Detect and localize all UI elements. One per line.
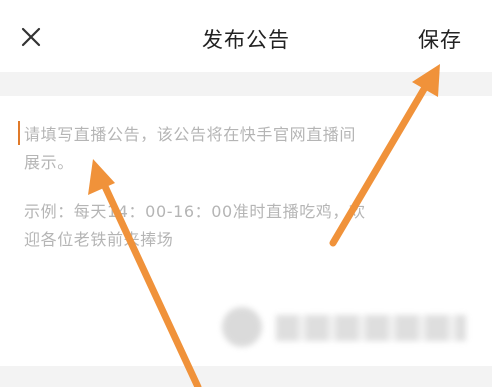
placeholder-line-1: 请填写直播公告，该公告将在快手官网直播间 xyxy=(24,125,357,144)
example-text: 示例：每天14：00-16：00准时直播吃鸡，欢 迎各位老铁前来捧场 xyxy=(24,198,464,254)
placeholder-text: 请填写直播公告，该公告将在快手官网直播间 展示。 xyxy=(24,121,464,177)
blurred-watermark xyxy=(222,305,470,353)
section-divider xyxy=(0,72,492,96)
text-cursor xyxy=(18,121,20,145)
example-line-2: 迎各位老铁前来捧场 xyxy=(24,230,174,249)
placeholder-line-2: 展示。 xyxy=(24,153,74,172)
watermark-logo xyxy=(222,307,262,347)
header-bar: 发布公告 保存 xyxy=(0,0,492,72)
save-button[interactable]: 保存 xyxy=(418,24,462,54)
bottom-bar xyxy=(0,366,492,387)
example-line-1: 示例：每天14：00-16：00准时直播吃鸡，欢 xyxy=(24,202,366,221)
watermark-text xyxy=(276,315,466,341)
